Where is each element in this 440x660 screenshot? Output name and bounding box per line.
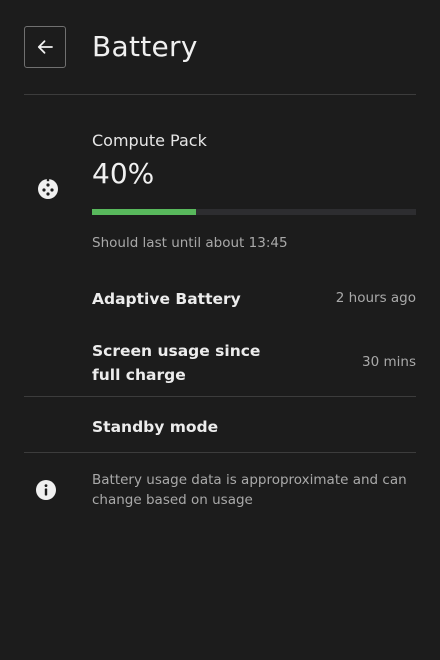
battery-percentage: 40% — [92, 157, 155, 190]
section-divider — [24, 396, 416, 397]
arrow-left-icon — [37, 40, 53, 54]
battery-level-bar — [92, 209, 416, 215]
battery-pack-name: Compute Pack — [92, 131, 207, 150]
adaptive-battery-value: 2 hours ago — [335, 290, 416, 306]
back-button[interactable] — [24, 26, 66, 68]
battery-estimate: Should last until about 13:45 — [92, 235, 288, 251]
info-icon — [36, 480, 56, 500]
top-bar: Battery — [0, 0, 440, 96]
adaptive-battery-label: Adaptive Battery — [92, 290, 241, 308]
page-title: Battery — [92, 30, 198, 63]
battery-level-fill — [92, 209, 196, 215]
info-text: Battery usage data is approproximate and… — [92, 472, 407, 508]
screen-usage-value: 30 mins — [362, 354, 416, 370]
battery-status-icon — [38, 178, 58, 199]
screen-usage-label: Screen usage since full charge — [92, 342, 261, 384]
header-divider — [24, 94, 416, 95]
footer-divider — [24, 452, 416, 453]
standby-mode-label: Standby mode — [92, 418, 219, 436]
